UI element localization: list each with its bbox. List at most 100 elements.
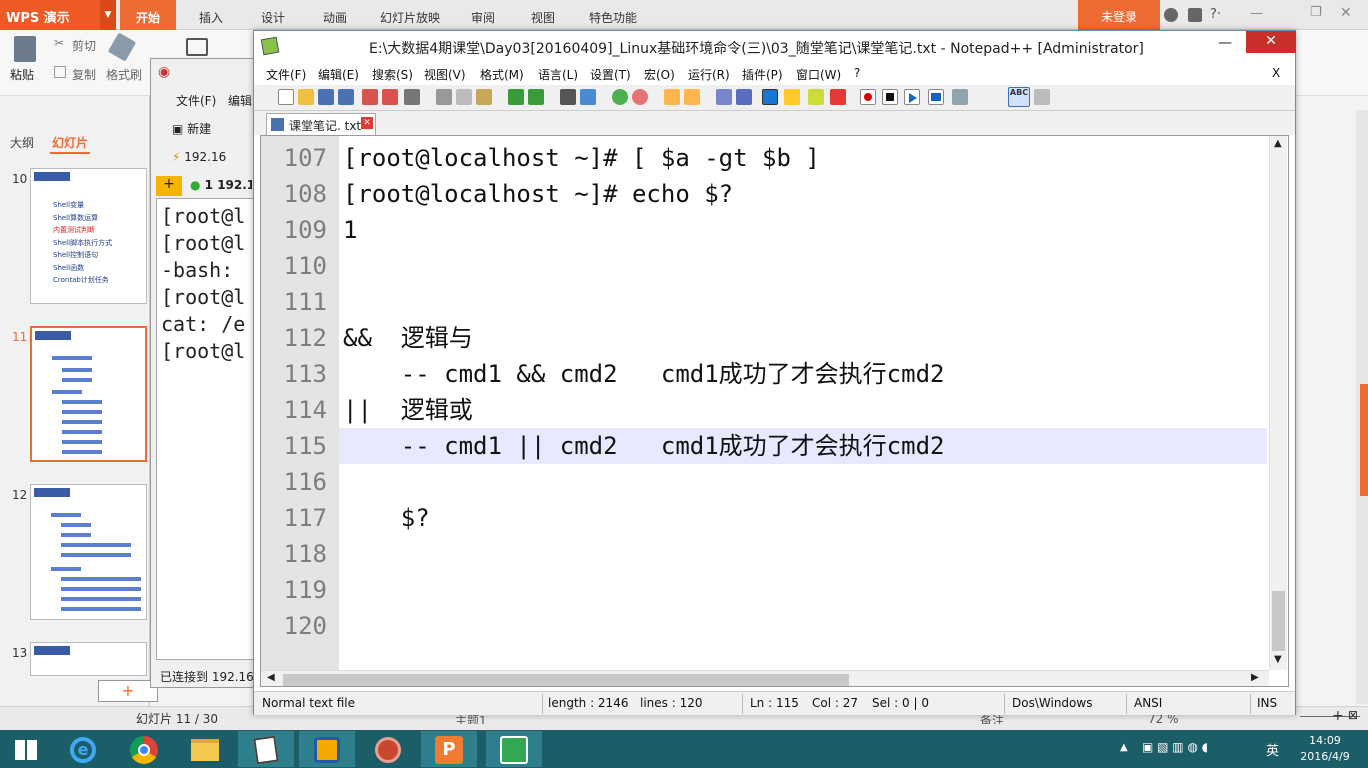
zoom-out-icon[interactable] — [632, 89, 648, 105]
menu-macro[interactable]: 宏(O) — [644, 66, 675, 83]
save-icon[interactable] — [318, 89, 334, 105]
close-all-icon[interactable] — [382, 89, 398, 105]
terminal-tab[interactable]: ● 1 192.16 — [190, 178, 252, 192]
vertical-scrollbar[interactable]: ▲ ▼ — [1269, 136, 1287, 670]
terminal-new-button[interactable]: ▣ 新建 — [172, 120, 252, 137]
terminal-menu-file[interactable]: 文件(F) — [176, 92, 216, 109]
ime-indicator[interactable]: 英 — [1266, 740, 1279, 759]
text-editor[interactable]: 107 [root@localhost ~]# [ $a -gt $b ] 108 [… — [260, 135, 1289, 687]
vertical-scroll-thumb[interactable] — [1272, 591, 1285, 651]
side-panel-handle[interactable] — [1360, 384, 1368, 496]
tab-view[interactable]: 视图 — [520, 0, 566, 30]
minimize-icon[interactable]: — — [1250, 6, 1263, 21]
run-macro-multiple-icon[interactable] — [928, 89, 944, 105]
menu-window[interactable]: 窗口(W) — [796, 66, 841, 83]
menu-search[interactable]: 搜索(S) — [372, 66, 413, 83]
restore-icon[interactable]: ❐ — [1310, 5, 1322, 20]
copy-button[interactable]: 复制 — [72, 66, 96, 83]
save-all-icon[interactable] — [338, 89, 354, 105]
chevron-down-icon[interactable]: ▼ — [100, 0, 116, 30]
tab-outline[interactable]: 大纲 — [10, 134, 34, 151]
tab-features[interactable]: 特色功能 — [578, 0, 648, 30]
terminal-host[interactable]: ⚡ 192.16 — [172, 150, 252, 164]
play-macro-icon[interactable] — [904, 89, 920, 105]
clock[interactable]: 14:09 2016/4/9 — [1290, 733, 1360, 765]
slide-thumbnail[interactable]: Shell变量 Shell算数运算 内置测试判断 Shell脚本执行方式 She… — [30, 168, 147, 304]
add-tab-icon[interactable]: + — [156, 176, 182, 196]
zoom-in-icon[interactable] — [612, 89, 628, 105]
terminal-menu-edit[interactable]: 编辑 — [228, 92, 252, 109]
tray-expand-icon[interactable]: ▲ — [1120, 742, 1128, 753]
show-all-chars-icon[interactable] — [736, 89, 752, 105]
minimize-icon[interactable]: — — [1218, 35, 1232, 51]
cut-icon[interactable] — [436, 89, 452, 105]
shirt-icon[interactable] — [1188, 8, 1202, 22]
fit-icon[interactable]: ⊠ — [1348, 708, 1358, 722]
ie-icon[interactable]: e — [55, 731, 111, 767]
copy-icon[interactable] — [456, 89, 472, 105]
tab-slideshow[interactable]: 幻灯片放映 — [370, 0, 450, 30]
slideshow-icon[interactable] — [186, 38, 208, 56]
help-icon[interactable]: ?· — [1210, 7, 1221, 22]
paste-icon[interactable] — [476, 89, 492, 105]
menu-run[interactable]: 运行(R) — [688, 66, 730, 83]
menu-view[interactable]: 视图(V) — [424, 66, 466, 83]
sync-v-icon[interactable] — [664, 89, 680, 105]
wps-logo[interactable]: WPS 演示 — [0, 0, 116, 30]
format-painter-button[interactable]: 格式刷 — [106, 66, 142, 83]
sync-h-icon[interactable] — [684, 89, 700, 105]
horizontal-scroll-thumb[interactable] — [283, 674, 849, 686]
word-wrap-icon[interactable] — [716, 89, 732, 105]
spellcheck-icon[interactable]: ABC — [1008, 87, 1030, 107]
find-icon[interactable] — [560, 89, 576, 105]
menu-language[interactable]: 语言(L) — [538, 66, 578, 83]
close-doc-button[interactable]: X — [1272, 66, 1280, 80]
chrome-icon[interactable] — [116, 731, 172, 767]
scroll-down-icon[interactable]: ▼ — [1274, 654, 1282, 665]
open-file-icon[interactable] — [298, 89, 314, 105]
menu-format[interactable]: 格式(M) — [480, 66, 524, 83]
menu-edit[interactable]: 编辑(E) — [318, 66, 359, 83]
xshell-icon[interactable] — [360, 731, 416, 767]
close-icon[interactable]: ✕ — [1246, 31, 1296, 53]
zoom-in-icon[interactable]: + — [1332, 708, 1344, 724]
horizontal-scrollbar[interactable]: ◀ ▶ — [261, 670, 1269, 686]
stop-macro-icon[interactable] — [882, 89, 898, 105]
replace-icon[interactable] — [580, 89, 596, 105]
print-icon[interactable] — [404, 89, 420, 105]
file-tab[interactable]: 课堂笔记. txt ✕ — [266, 113, 376, 135]
cut-button[interactable]: 剪切 — [72, 37, 96, 54]
login-button[interactable]: 未登录 — [1078, 0, 1160, 30]
menu-help[interactable]: ? — [854, 66, 860, 80]
redo-icon[interactable] — [528, 89, 544, 105]
doc-map-icon[interactable] — [808, 89, 824, 105]
tab-slides[interactable]: 幻灯片 — [52, 134, 88, 151]
tab-design[interactable]: 设计 — [248, 0, 298, 30]
tray-icons[interactable]: ▣ ▧ ▥ ◍ ◖ — [1142, 740, 1208, 754]
menu-settings[interactable]: 设置(T) — [590, 66, 631, 83]
close-tab-icon[interactable]: ✕ — [361, 117, 373, 129]
save-macro-icon[interactable] — [952, 89, 968, 105]
tab-start[interactable]: 开始 — [120, 0, 176, 30]
tab-insert[interactable]: 插入 — [186, 0, 236, 30]
wps-presentation-icon[interactable]: P — [421, 731, 477, 767]
menu-plugins[interactable]: 插件(P) — [742, 66, 783, 83]
notepadpp-taskbar-icon[interactable] — [238, 731, 294, 767]
slide-thumbnail[interactable] — [30, 642, 147, 676]
wps-spreadsheet-icon[interactable] — [486, 731, 542, 767]
close-icon[interactable]: ✕ — [1340, 5, 1352, 21]
paste-button[interactable]: 粘贴 — [10, 66, 34, 83]
slide-thumbnail-selected[interactable] — [30, 326, 147, 462]
indent-guide-icon[interactable] — [762, 89, 778, 105]
tab-review[interactable]: 审阅 — [460, 0, 506, 30]
add-slide-button[interactable]: + — [98, 680, 158, 702]
scroll-up-icon[interactable]: ▲ — [1274, 138, 1282, 149]
undo-icon[interactable] — [508, 89, 524, 105]
outlook-icon[interactable] — [299, 731, 355, 767]
start-button[interactable] — [0, 731, 52, 767]
file-explorer-icon[interactable] — [177, 731, 233, 767]
udl-icon[interactable] — [784, 89, 800, 105]
new-file-icon[interactable] — [278, 89, 294, 105]
menu-file[interactable]: 文件(F) — [266, 66, 306, 83]
record-macro-icon[interactable] — [860, 89, 876, 105]
